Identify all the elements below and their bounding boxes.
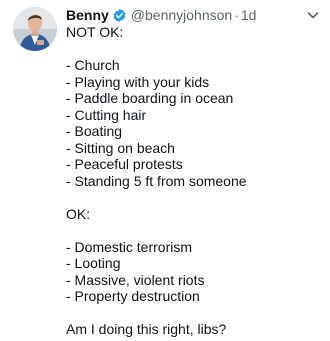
not-ok-item: - Cutting hair: [66, 106, 147, 123]
tweet-card[interactable]: Benny @bennyjohnson · 1d NOT OK: - Churc…: [0, 0, 330, 341]
author-display-name[interactable]: Benny: [66, 6, 109, 24]
header-separator: ·: [234, 7, 239, 23]
tweet-header: Benny @bennyjohnson · 1d: [66, 6, 256, 24]
ok-item: - Property destruction: [66, 288, 200, 304]
not-ok-item: - Paddle boarding in ocean: [66, 90, 234, 106]
not-ok-item: - Church: [66, 57, 120, 73]
tweet-timestamp[interactable]: 1d: [241, 6, 257, 24]
not-ok-item: - Peaceful protests: [66, 156, 183, 172]
author-handle[interactable]: @bennyjohnson: [131, 6, 232, 24]
not-ok-item: - Standing 5 ft from someone: [66, 172, 247, 189]
not-ok-item: - Playing with your kids: [66, 73, 210, 90]
profile-photo-icon: [13, 7, 57, 51]
ok-item: - Massive, violent riots: [66, 271, 205, 288]
ok-item: - Looting: [66, 255, 121, 271]
tweet-text: NOT OK: - Church - Playing with your kid…: [66, 24, 321, 338]
chevron-down-icon[interactable]: [306, 8, 320, 22]
not-ok-heading: NOT OK:: [66, 24, 124, 40]
not-ok-item: - Sitting on beach: [66, 139, 175, 156]
verified-badge-icon: [112, 8, 127, 23]
ok-heading: OK:: [66, 205, 91, 222]
not-ok-item: - Boating: [66, 123, 123, 139]
ok-item: - Domestic terrorism: [66, 238, 193, 255]
author-avatar[interactable]: [13, 7, 57, 51]
closing-line: Am I doing this right, libs?: [66, 321, 227, 337]
